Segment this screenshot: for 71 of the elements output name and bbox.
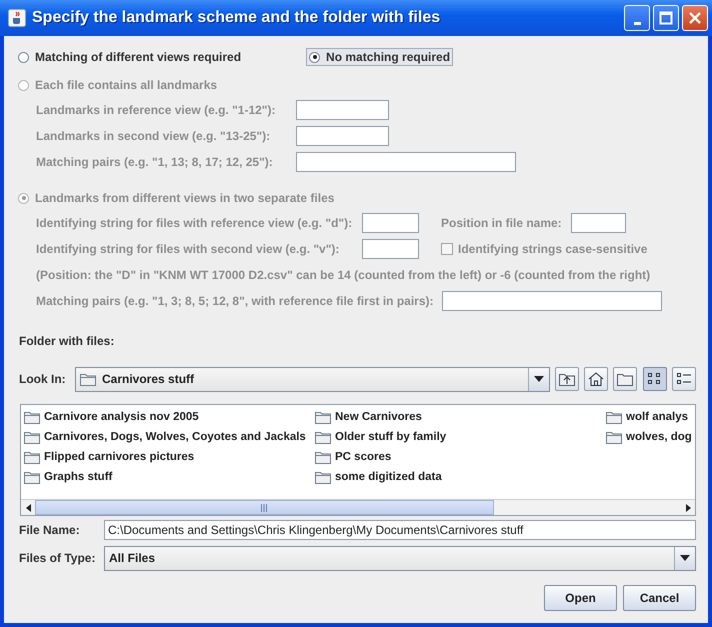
- coffee-cup-icon: [8, 9, 26, 27]
- folder-icon: [315, 410, 331, 424]
- radio-option[interactable]: No matching required: [306, 48, 454, 66]
- folder-icon: [24, 430, 40, 444]
- close-button[interactable]: [682, 5, 708, 31]
- field-label: Files of Type:: [19, 551, 96, 565]
- input-field[interactable]: [571, 213, 626, 233]
- field-label: Identifying string for files with reference view (e.g. "d"):: [36, 216, 354, 230]
- details-view-button[interactable]: [672, 367, 696, 391]
- field-label: Position in file name:: [441, 216, 563, 230]
- folder-icon: [24, 410, 40, 424]
- window-title: Specify the landmark scheme and the folder with files: [32, 9, 442, 27]
- folder-item[interactable]: Older stuff by family: [315, 427, 606, 447]
- folder-icon: [315, 450, 331, 464]
- folder-item[interactable]: New Carnivores: [315, 407, 606, 427]
- input-field[interactable]: [296, 126, 389, 146]
- folder-icon: [617, 372, 633, 386]
- folder-icon: [606, 410, 622, 424]
- folder-icon: [315, 470, 331, 484]
- grid-icon: [647, 372, 663, 386]
- folder-icon: [24, 450, 40, 464]
- field-label: File Name:: [19, 523, 81, 537]
- cancel-button[interactable]: Cancel: [623, 585, 696, 611]
- file-type-dropdown[interactable]: All Files: [104, 546, 696, 570]
- folder-item[interactable]: Carnivores, Dogs, Wolves, Coyotes and Jackals: [24, 427, 315, 447]
- dropdown-arrow-icon: [534, 376, 544, 382]
- look-in-dropdown[interactable]: Carnivores stuff: [75, 366, 550, 392]
- input-field[interactable]: [296, 100, 389, 120]
- maximize-button[interactable]: [653, 5, 679, 31]
- folder-item[interactable]: Flipped carnivores pictures: [24, 447, 315, 467]
- details-list-icon: [676, 372, 692, 386]
- file-name-field[interactable]: C:\Documents and Settings\Chris Klingenberg\My Documents\Carnivores stuff: [104, 520, 696, 540]
- scroll-right-icon: [686, 504, 690, 512]
- folder-icon: [24, 470, 40, 484]
- folder-item[interactable]: some digitized data: [315, 467, 606, 487]
- home-button[interactable]: [584, 367, 608, 391]
- radio-option[interactable]: Matching of different views required: [15, 48, 244, 66]
- folder-item[interactable]: PC scores: [315, 447, 606, 467]
- input-field[interactable]: [296, 152, 516, 172]
- new-folder-button[interactable]: [613, 367, 637, 391]
- minimize-icon: [634, 22, 640, 24]
- folder-item[interactable]: Graphs stuff: [24, 467, 315, 487]
- field-label: Matching pairs (e.g. "1, 13; 8, 17; 12, 25"):: [36, 155, 274, 169]
- horizontal-scrollbar[interactable]: [21, 499, 695, 515]
- scroll-left-icon: [26, 504, 30, 512]
- folder-item[interactable]: wolf analys: [606, 407, 695, 427]
- field-label: Identifying string for files with second view (e.g. "v"):: [36, 242, 340, 256]
- open-button[interactable]: Open: [544, 585, 617, 611]
- input-field[interactable]: [362, 213, 419, 233]
- folder-icon: [80, 372, 96, 386]
- input-field[interactable]: [362, 239, 419, 259]
- section-label: Folder with files:: [19, 334, 116, 350]
- folder-icon: [606, 430, 622, 444]
- field-label: Look In:: [19, 372, 67, 386]
- folder-icon: [315, 430, 331, 444]
- maximize-icon: [659, 11, 673, 25]
- up-folder-button[interactable]: [555, 367, 579, 391]
- folder-up-icon: [559, 372, 575, 386]
- house-icon: [588, 372, 604, 386]
- field-label: Landmarks in reference view (e.g. "1-12"):: [36, 103, 276, 117]
- folder-item[interactable]: Carnivore analysis nov 2005: [24, 407, 315, 427]
- minimize-button[interactable]: [624, 5, 650, 31]
- folder-item[interactable]: wolves, dog: [606, 427, 695, 447]
- grip-icon: [261, 504, 268, 512]
- dropdown-arrow-icon: [680, 555, 690, 561]
- note-text: (Position: the "D" in "KNM WT 17000 D2.csv" can be 14 (counted from the left) or -6 (counted from the right): [36, 268, 650, 282]
- list-view-button[interactable]: [643, 367, 667, 391]
- field-label: Matching pairs (e.g. "1, 3; 8, 5; 12, 8", with reference file first in pairs):: [36, 294, 434, 308]
- input-field[interactable]: [442, 291, 662, 311]
- close-icon: [688, 11, 702, 25]
- field-label: Landmarks in second view (e.g. "13-25"):: [36, 129, 272, 143]
